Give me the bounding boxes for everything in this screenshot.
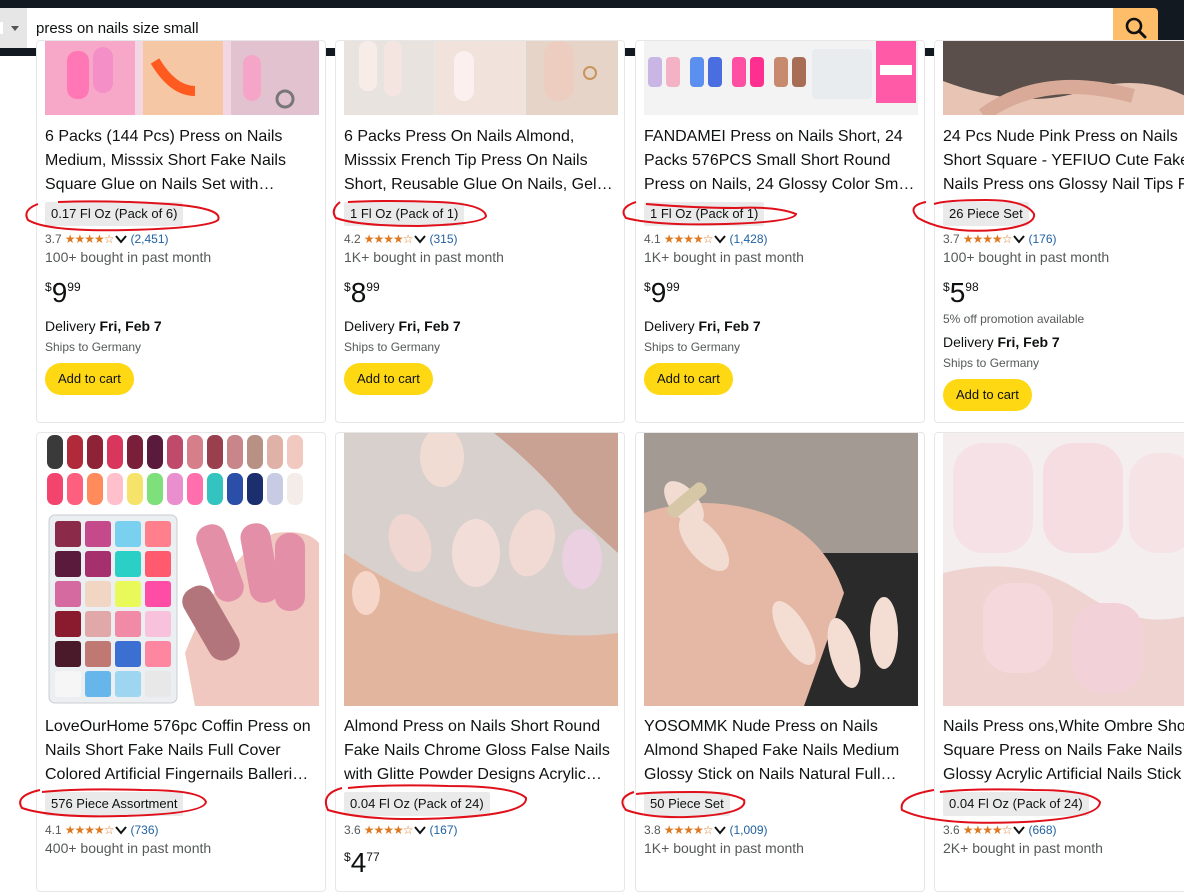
- star-rating-icon: ★★★★☆: [663, 823, 714, 837]
- rating[interactable]: 3.7 ★★★★☆ (176): [943, 231, 1057, 247]
- size-badge[interactable]: 0.04 Fl Oz (Pack of 24): [344, 792, 490, 816]
- chevron-down-icon[interactable]: [115, 234, 128, 244]
- add-to-cart-button[interactable]: Add to cart: [644, 363, 733, 395]
- product-image[interactable]: [943, 41, 1184, 115]
- bought-count: 2K+ bought in past month: [943, 840, 1103, 856]
- product-image[interactable]: [943, 433, 1184, 706]
- add-to-cart-button[interactable]: Add to cart: [344, 363, 433, 395]
- ships-to: Ships to Germany: [344, 340, 441, 354]
- product-image[interactable]: [45, 41, 319, 115]
- product-title[interactable]: 24 Pcs Nude Pink Press on Nails Short Sq…: [943, 125, 1184, 197]
- bought-count: 400+ bought in past month: [45, 840, 212, 856]
- product-card[interactable]: LoveOurHome 576pc Coffin Press on Nails …: [36, 432, 326, 892]
- chevron-down-icon: [11, 26, 19, 31]
- size-badge[interactable]: 576 Piece Assortment: [45, 792, 184, 816]
- product-title[interactable]: YOSOMMK Nude Press on Nails Almond Shape…: [644, 715, 922, 787]
- review-count[interactable]: (668): [1028, 822, 1056, 838]
- product-title[interactable]: 6 Packs (144 Pcs) Press on Nails Medium,…: [45, 125, 323, 197]
- delivery-info: Delivery Fri, Feb 7: [644, 318, 761, 334]
- ships-to: Ships to Germany: [45, 340, 142, 354]
- size-badge[interactable]: 26 Piece Set: [943, 202, 1029, 226]
- size-badge[interactable]: 1 Fl Oz (Pack of 1): [344, 202, 465, 226]
- product-card[interactable]: YOSOMMK Nude Press on Nails Almond Shape…: [635, 432, 925, 892]
- rating[interactable]: 4.2 ★★★★☆ (315): [344, 231, 458, 247]
- rating[interactable]: 3.7 ★★★★☆ (2,451): [45, 231, 169, 247]
- review-count[interactable]: (736): [130, 822, 158, 838]
- bought-count: 100+ bought in past month: [943, 249, 1110, 265]
- delivery-info: Delivery Fri, Feb 7: [344, 318, 461, 334]
- bought-count: 1K+ bought in past month: [644, 249, 804, 265]
- product-card[interactable]: 24 Pcs Nude Pink Press on Nails Short Sq…: [934, 40, 1184, 423]
- product-image[interactable]: [344, 433, 618, 706]
- chevron-down-icon[interactable]: [414, 234, 427, 244]
- chevron-down-icon[interactable]: [714, 825, 727, 835]
- product-card[interactable]: FANDAMEI Press on Nails Short, 24 Packs …: [635, 40, 925, 423]
- product-image[interactable]: [644, 433, 918, 706]
- add-to-cart-button[interactable]: Add to cart: [45, 363, 134, 395]
- product-title[interactable]: Almond Press on Nails Short Round Fake N…: [344, 715, 622, 787]
- star-rating-icon: ★★★★☆: [363, 823, 414, 837]
- rating[interactable]: 3.6 ★★★★☆ (167): [344, 822, 458, 838]
- search-icon: [1125, 17, 1146, 39]
- star-rating-icon: ★★★★☆: [363, 232, 414, 246]
- star-rating-icon: ★★★★☆: [962, 823, 1013, 837]
- product-card[interactable]: Nails Press ons,White Ombre Sho Square P…: [934, 432, 1184, 892]
- product-card[interactable]: Almond Press on Nails Short Round Fake N…: [335, 432, 625, 892]
- product-image[interactable]: [344, 41, 618, 115]
- rating[interactable]: 3.6 ★★★★☆ (668): [943, 822, 1057, 838]
- product-image[interactable]: [644, 41, 918, 115]
- rating[interactable]: 3.8 ★★★★☆ (1,009): [644, 822, 768, 838]
- review-count[interactable]: (176): [1028, 231, 1056, 247]
- review-count[interactable]: (315): [429, 231, 457, 247]
- price[interactable]: $899: [344, 277, 380, 309]
- product-card[interactable]: 6 Packs (144 Pcs) Press on Nails Medium,…: [36, 40, 326, 423]
- star-rating-icon: ★★★★☆: [962, 232, 1013, 246]
- price[interactable]: $598: [943, 277, 979, 309]
- review-count[interactable]: (2,451): [130, 231, 168, 247]
- add-to-cart-button[interactable]: Add to cart: [943, 379, 1032, 411]
- price[interactable]: $477: [344, 847, 380, 879]
- rating[interactable]: 4.1 ★★★★☆ (736): [45, 822, 159, 838]
- review-count[interactable]: (1,009): [729, 822, 767, 838]
- product-title[interactable]: Nails Press ons,White Ombre Sho Square P…: [943, 715, 1184, 787]
- ships-to: Ships to Germany: [644, 340, 741, 354]
- size-badge[interactable]: 0.04 Fl Oz (Pack of 24): [943, 792, 1089, 816]
- search-department-dropdown[interactable]: [0, 8, 27, 48]
- size-badge[interactable]: 50 Piece Set: [644, 792, 730, 816]
- price[interactable]: $999: [45, 277, 81, 309]
- dropdown-edge: [0, 22, 3, 34]
- product-title[interactable]: LoveOurHome 576pc Coffin Press on Nails …: [45, 715, 323, 787]
- promotion-text: 5% off promotion available: [943, 312, 1085, 326]
- star-rating-icon: ★★★★☆: [64, 232, 115, 246]
- review-count[interactable]: (1,428): [729, 231, 767, 247]
- product-title[interactable]: 6 Packs Press On Nails Almond, Misssix F…: [344, 125, 622, 197]
- bought-count: 1K+ bought in past month: [644, 840, 804, 856]
- chevron-down-icon[interactable]: [714, 234, 727, 244]
- chevron-down-icon[interactable]: [414, 825, 427, 835]
- star-rating-icon: ★★★★☆: [64, 823, 115, 837]
- size-badge[interactable]: 1 Fl Oz (Pack of 1): [644, 202, 765, 226]
- price[interactable]: $999: [644, 277, 680, 309]
- ships-to: Ships to Germany: [943, 356, 1040, 370]
- product-card[interactable]: 6 Packs Press On Nails Almond, Misssix F…: [335, 40, 625, 423]
- delivery-info: Delivery Fri, Feb 7: [943, 334, 1060, 350]
- size-badge[interactable]: 0.17 Fl Oz (Pack of 6): [45, 202, 184, 226]
- rating[interactable]: 4.1 ★★★★☆ (1,428): [644, 231, 768, 247]
- bought-count: 1K+ bought in past month: [344, 249, 504, 265]
- product-image[interactable]: [45, 433, 319, 706]
- product-title[interactable]: FANDAMEI Press on Nails Short, 24 Packs …: [644, 125, 922, 197]
- star-rating-icon: ★★★★☆: [663, 232, 714, 246]
- chevron-down-icon[interactable]: [1013, 234, 1026, 244]
- chevron-down-icon[interactable]: [115, 825, 128, 835]
- delivery-info: Delivery Fri, Feb 7: [45, 318, 162, 334]
- bought-count: 100+ bought in past month: [45, 249, 212, 265]
- review-count[interactable]: (167): [429, 822, 457, 838]
- chevron-down-icon[interactable]: [1013, 825, 1026, 835]
